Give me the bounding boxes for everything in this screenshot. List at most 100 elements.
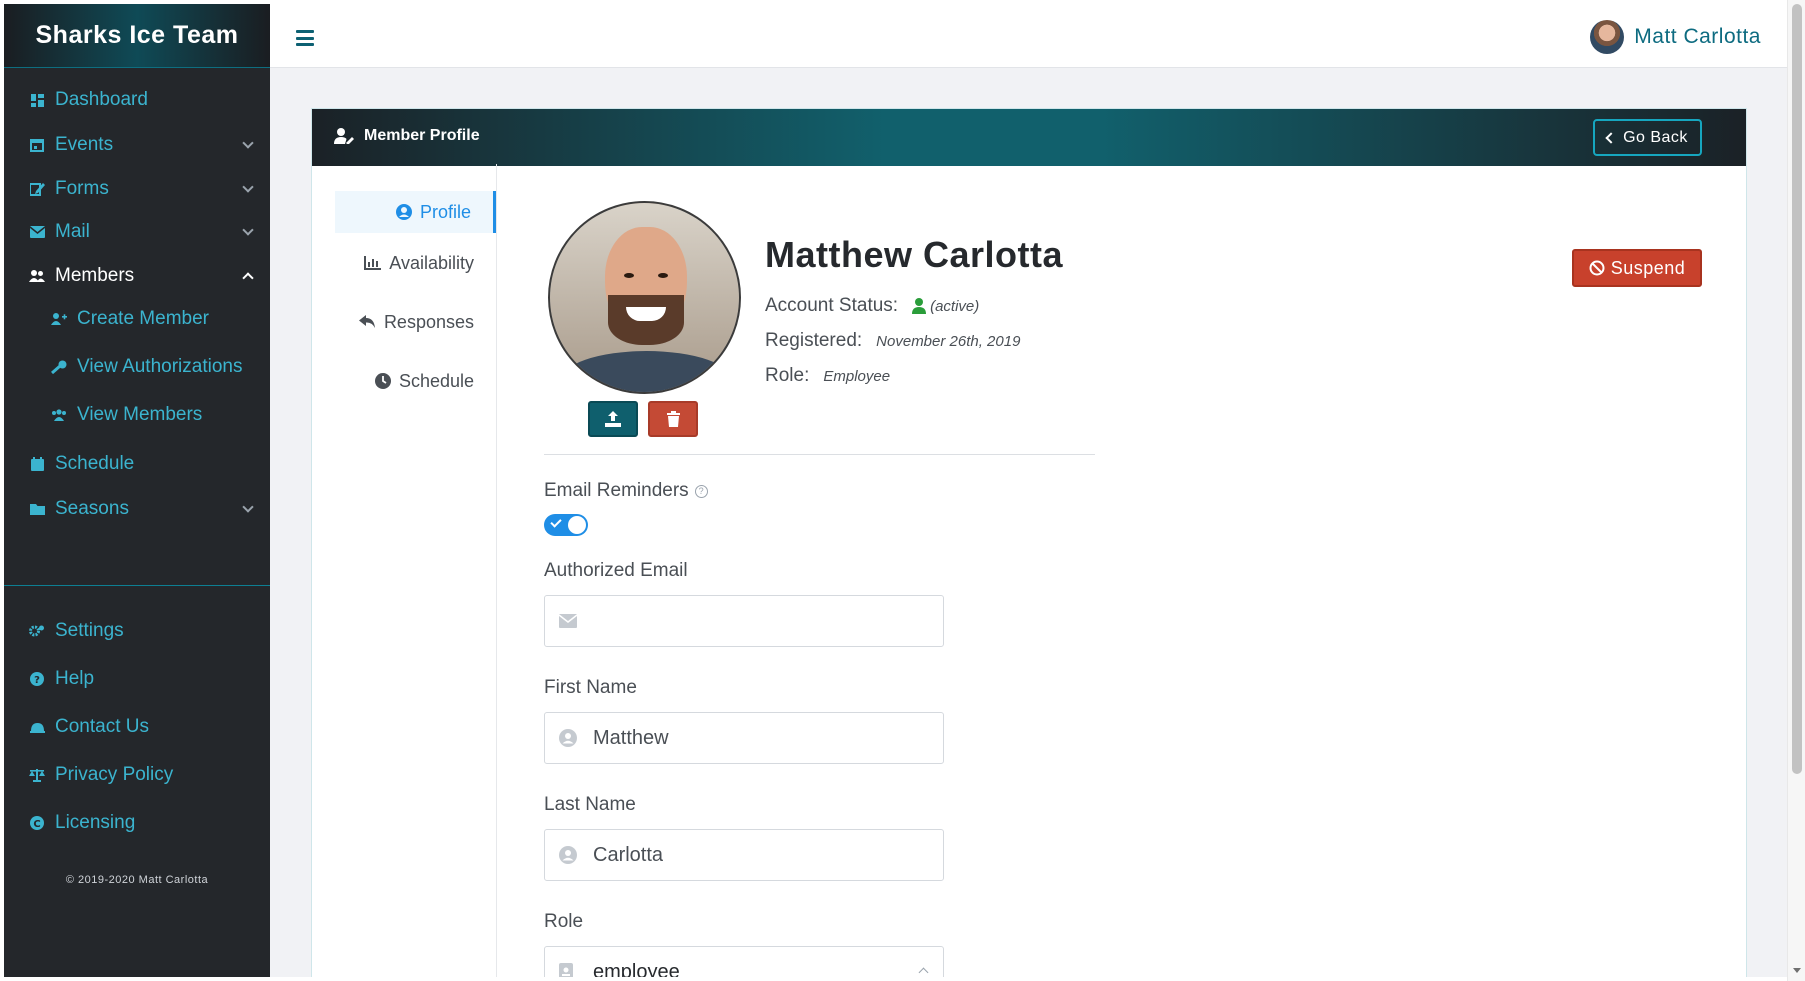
sidebar-item-settings[interactable]: Settings: [4, 611, 270, 651]
user-edit-icon: [334, 128, 354, 144]
last-name-label: Last Name: [544, 794, 636, 815]
copyright-icon: C: [28, 814, 46, 832]
tab-responses[interactable]: Responses: [335, 301, 496, 343]
avatar: [1590, 20, 1625, 54]
question-icon: ?: [28, 670, 46, 688]
check-icon: [550, 516, 562, 528]
reply-icon: [358, 315, 376, 329]
folder-icon: [28, 500, 46, 518]
user-name: Matt Carlotta: [1634, 25, 1761, 48]
delete-photo-button[interactable]: [648, 401, 698, 437]
sidebar-item-forms[interactable]: Forms: [4, 169, 270, 209]
svg-text:C: C: [33, 819, 40, 830]
sidebar-item-members[interactable]: Members: [4, 256, 270, 296]
brand-title: Sharks Ice Team: [35, 21, 239, 49]
role-value: Employee: [823, 367, 891, 385]
go-back-button[interactable]: Go Back: [1593, 119, 1702, 156]
tabs-divider: [496, 164, 497, 977]
sidebar-item-events[interactable]: Events: [4, 125, 270, 165]
chevron-up-icon: [918, 967, 929, 977]
email-reminders-label: Email Reminders?: [544, 480, 708, 502]
brand-header[interactable]: Sharks Ice Team: [4, 4, 270, 68]
authorized-email-label: Authorized Email: [544, 560, 688, 581]
ban-icon: [1589, 260, 1605, 276]
last-name-field[interactable]: Carlotta: [544, 829, 944, 881]
chevron-down-icon: [242, 181, 254, 193]
sidebar-item-label: Dashboard: [55, 89, 148, 110]
page-scrollbar[interactable]: [1787, 0, 1805, 981]
member-photo: [548, 201, 741, 394]
edit-icon: [28, 180, 46, 198]
role-label: Role:: [765, 365, 810, 386]
copyright-text: © 2019-2020 Matt Carlotta: [65, 874, 209, 886]
role-select[interactable]: employee: [544, 946, 944, 977]
member-profile-card: Member Profile Go Back Profile Availabil…: [311, 108, 1747, 977]
authorized-email-field[interactable]: [544, 595, 944, 647]
sidebar-item-label: Create Member: [77, 308, 209, 329]
user-circle-icon: [395, 204, 412, 220]
sidebar-item-label: Privacy Policy: [55, 764, 174, 785]
sidebar-item-label: Mail: [55, 221, 90, 242]
gears-icon: [28, 622, 46, 640]
chevron-left-icon: [1605, 131, 1617, 144]
calendar-icon: [28, 136, 46, 154]
role-field-label: Role: [544, 911, 584, 932]
scale-icon: [28, 766, 46, 784]
sidebar-item-licensing[interactable]: C Licensing: [4, 803, 270, 843]
sidebar-item-view-members[interactable]: View Members: [4, 395, 270, 435]
upload-icon: [605, 411, 621, 427]
sidebar-item-contact-us[interactable]: Contact Us: [4, 707, 270, 747]
clock-icon: [374, 373, 391, 389]
mail-icon: [28, 223, 46, 241]
chart-bar-icon: [364, 256, 382, 270]
sidebar-item-view-authorizations[interactable]: View Authorizations: [4, 347, 270, 387]
suspend-button[interactable]: Suspend: [1572, 249, 1702, 287]
user-circle-icon: [559, 846, 577, 864]
role-row: Role: Employee: [765, 365, 890, 387]
sidebar-item-help[interactable]: ? Help: [4, 659, 270, 699]
sidebar-item-mail[interactable]: Mail: [4, 212, 270, 252]
chevron-down-icon: [242, 501, 254, 513]
user-active-icon: [912, 298, 927, 314]
dashboard-icon: [28, 91, 46, 109]
sidebar-item-label: Members: [55, 265, 135, 286]
sidebar-item-create-member[interactable]: Create Member: [4, 299, 270, 339]
card-title: Member Profile: [334, 127, 480, 145]
user-circle-icon: [559, 729, 577, 747]
sidebar-item-label: Events: [55, 134, 114, 155]
top-bar: Matt Carlotta: [270, 4, 1791, 68]
sidebar: Sharks Ice Team Dashboard Events Forms M…: [4, 4, 270, 977]
sidebar-item-label: View Members: [77, 404, 203, 425]
menu-toggle-icon[interactable]: [296, 30, 314, 46]
calendar-icon: [28, 455, 46, 473]
user-menu[interactable]: Matt Carlotta: [1590, 20, 1761, 54]
sidebar-item-label: Seasons: [55, 498, 129, 519]
chevron-down-icon: [242, 224, 254, 236]
mail-icon: [559, 614, 577, 628]
tab-profile[interactable]: Profile: [335, 191, 496, 233]
help-icon[interactable]: ?: [694, 485, 708, 498]
sidebar-divider: [4, 585, 270, 586]
sidebar-item-dashboard[interactable]: Dashboard: [4, 80, 270, 120]
sidebar-item-label: Settings: [55, 620, 124, 641]
sidebar-item-label: Licensing: [55, 812, 136, 833]
chevron-up-icon: [242, 272, 254, 284]
sidebar-item-label: Contact Us: [55, 716, 149, 737]
upload-photo-button[interactable]: [588, 401, 638, 437]
sidebar-item-seasons[interactable]: Seasons: [4, 489, 270, 529]
first-name-field[interactable]: Matthew: [544, 712, 944, 764]
tab-schedule[interactable]: Schedule: [335, 360, 496, 402]
scroll-down-arrow-icon[interactable]: [1793, 968, 1801, 973]
sidebar-item-privacy-policy[interactable]: Privacy Policy: [4, 755, 270, 795]
scrollbar-thumb[interactable]: [1792, 4, 1802, 774]
sidebar-item-label: Forms: [55, 178, 109, 199]
tab-availability[interactable]: Availability: [335, 242, 496, 284]
bell-icon: [28, 718, 46, 736]
sidebar-item-schedule[interactable]: Schedule: [4, 444, 270, 484]
users-icon: [50, 406, 68, 424]
sidebar-item-label: View Authorizations: [77, 356, 243, 377]
sidebar-item-label: Help: [55, 668, 95, 689]
id-badge-icon: [559, 963, 577, 977]
profile-divider: [544, 454, 1095, 455]
email-reminders-toggle[interactable]: [544, 514, 588, 536]
